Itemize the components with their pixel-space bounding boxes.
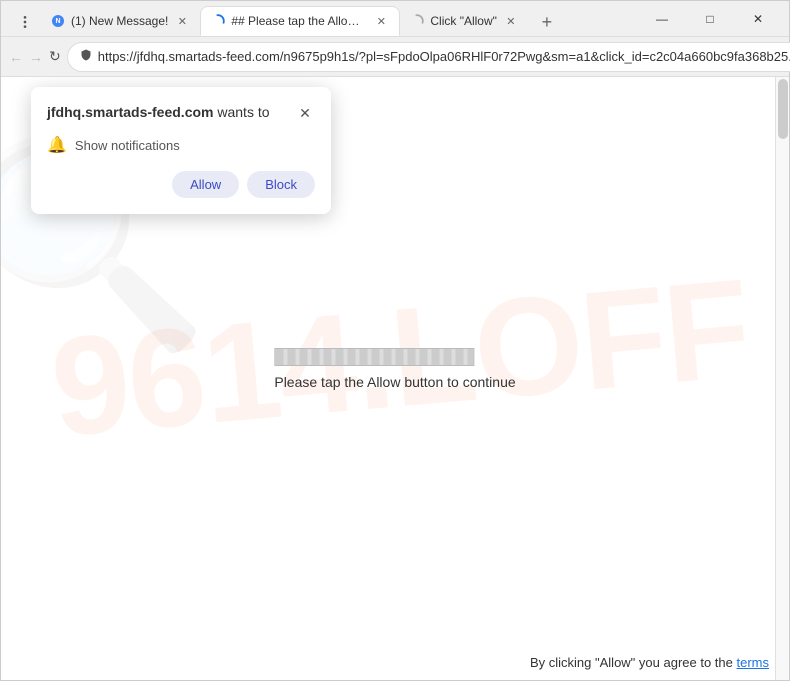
loading-area: Please tap the Allow button to continue	[274, 348, 515, 390]
new-tab-button[interactable]: +	[533, 8, 561, 36]
scrollbar[interactable]	[775, 77, 789, 680]
minimize-button[interactable]: —	[639, 4, 685, 34]
notification-popup: jfdhq.smartads-feed.com wants to ✕ 🔔 Sho…	[31, 87, 331, 214]
tab-favicon-1: N	[51, 14, 65, 28]
tab-favicon-2	[211, 14, 225, 28]
loading-text: Please tap the Allow button to continue	[274, 374, 515, 390]
popup-domain: jfdhq.smartads-feed.com	[47, 104, 213, 120]
maximize-button[interactable]: □	[687, 4, 733, 34]
url-bar[interactable]: https://jfdhq.smartads-feed.com/n9675p9h…	[67, 42, 790, 72]
popup-close-button[interactable]: ✕	[295, 103, 315, 123]
address-bar: ← → ↻ https://jfdhq.smartads-feed.com/n9…	[1, 37, 789, 77]
footer-label: By clicking "Allow" you agree to the	[530, 655, 733, 670]
page-content: 🔍 9614.LOFF Please tap the Allow button …	[1, 77, 789, 680]
tab-click-allow[interactable]: Click "Allow" ✕	[400, 6, 529, 36]
tab-close-3[interactable]: ✕	[503, 13, 519, 29]
popup-permission-row: 🔔 Show notifications	[47, 135, 315, 155]
tab-new-message[interactable]: N (1) New Message! ✕	[41, 6, 200, 36]
scrollbar-thumb[interactable]	[778, 79, 788, 139]
title-bar: N (1) New Message! ✕ ## Please tap the A…	[1, 1, 789, 37]
close-button[interactable]: ✕	[735, 4, 781, 34]
back-button[interactable]: ←	[9, 43, 23, 71]
tab-label-2: ## Please tap the Allow button...	[231, 14, 367, 28]
url-text: https://jfdhq.smartads-feed.com/n9675p9h…	[98, 49, 790, 64]
popup-title: jfdhq.smartads-feed.com wants to	[47, 103, 270, 123]
popup-header: jfdhq.smartads-feed.com wants to ✕	[47, 103, 315, 123]
browser-window: N (1) New Message! ✕ ## Please tap the A…	[0, 0, 790, 681]
refresh-button[interactable]: ↻	[49, 43, 61, 71]
bell-icon: 🔔	[47, 135, 67, 155]
tab-close-2[interactable]: ✕	[373, 13, 389, 29]
block-button[interactable]: Block	[247, 171, 315, 198]
footer-text: By clicking "Allow" you agree to the ter…	[530, 655, 769, 670]
secure-icon	[80, 49, 92, 64]
allow-button[interactable]: Allow	[172, 171, 239, 198]
browser-menu-icon[interactable]	[9, 8, 41, 36]
tab-close-1[interactable]: ✕	[174, 13, 190, 29]
forward-button[interactable]: →	[29, 43, 43, 71]
tab-label-3: Click "Allow"	[430, 14, 497, 28]
tabs-area: N (1) New Message! ✕ ## Please tap the A…	[9, 1, 631, 36]
loading-bar	[274, 348, 474, 366]
tab-label-1: (1) New Message!	[71, 14, 168, 28]
tab-favicon-3	[410, 14, 424, 28]
popup-permission-label: Show notifications	[75, 138, 180, 153]
footer-terms-link[interactable]: terms	[737, 655, 770, 670]
tab-please-tap[interactable]: ## Please tap the Allow button... ✕	[200, 6, 400, 36]
window-controls: — □ ✕	[639, 4, 781, 34]
popup-actions: Allow Block	[47, 171, 315, 198]
